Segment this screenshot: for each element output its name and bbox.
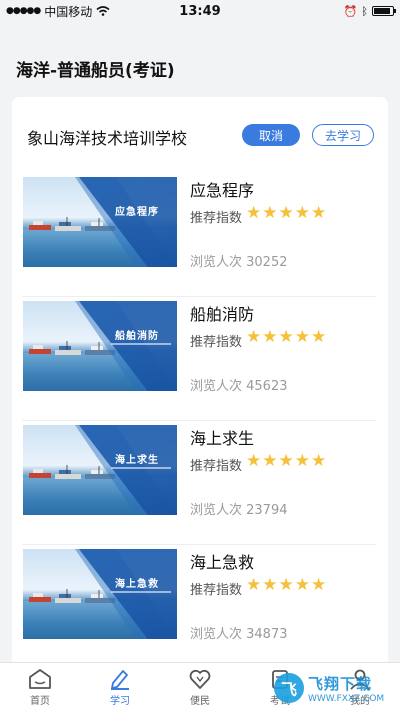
recommend-label: 推荐指数	[190, 459, 243, 474]
carrier-label: 中国移动	[44, 4, 93, 19]
recommend-label: 推荐指数	[190, 211, 243, 226]
star-icon: ★	[278, 575, 294, 595]
cancel-button[interactable]: 取消	[242, 124, 300, 146]
course-thumbnail: 船舶消防	[23, 301, 177, 391]
signal-icon: ●●●●●	[6, 6, 41, 16]
star-icon: ★	[294, 327, 310, 347]
star-icon: ★	[262, 575, 278, 595]
tab-label: 首页	[30, 696, 50, 707]
heart-icon	[189, 669, 211, 689]
recommend-label: 推荐指数	[190, 583, 243, 598]
status-bar: ●●●●● 中国移动 13:49 ⏰ ᛒ	[0, 0, 400, 22]
course-title: 海上求生	[190, 429, 255, 448]
watermark-url: WWW.FXXZ.COM	[308, 693, 385, 704]
home-icon	[29, 669, 51, 689]
star-icon: ★	[311, 575, 327, 595]
tab-study[interactable]: 学习	[80, 663, 160, 712]
rating-stars: ★ ★ ★ ★ ★	[246, 204, 326, 222]
battery-icon	[372, 6, 396, 16]
star-icon: ★	[262, 203, 278, 223]
course-title: 船舶消防	[190, 305, 255, 324]
star-icon: ★	[294, 203, 310, 223]
rating-stars: ★ ★ ★ ★ ★	[246, 452, 326, 470]
course-card: 象山海洋技术培训学校 取消 去学习 应急程序 应急程序 推荐指数 ★ ★ ★ ★ ★ 浏…	[12, 97, 388, 677]
star-icon: ★	[311, 327, 327, 347]
view-count: 浏览人次 34873	[190, 627, 288, 642]
tab-service[interactable]: 便民	[160, 663, 240, 712]
view-count: 浏览人次 45623	[190, 379, 288, 394]
tab-home[interactable]: 首页	[0, 663, 80, 712]
star-icon: ★	[311, 451, 327, 471]
course-title: 海上急救	[190, 553, 255, 572]
course-item[interactable]: 海上求生 海上求生 推荐指数 ★ ★ ★ ★ ★ 浏览人次 23794	[12, 421, 388, 545]
school-header: 象山海洋技术培训学校 取消 去学习	[12, 97, 388, 173]
course-item[interactable]: 应急程序 应急程序 推荐指数 ★ ★ ★ ★ ★ 浏览人次 30252	[12, 173, 388, 297]
star-icon: ★	[278, 327, 294, 347]
star-icon: ★	[278, 451, 294, 471]
rating-stars: ★ ★ ★ ★ ★	[246, 576, 326, 594]
view-count: 浏览人次 23794	[190, 503, 288, 518]
view-count: 浏览人次 30252	[190, 255, 288, 270]
thumb-title: 船舶消防	[115, 331, 159, 342]
watermark-logo-icon: 飞	[274, 673, 304, 703]
pencil-icon	[111, 670, 129, 690]
thumb-title: 应急程序	[115, 207, 159, 218]
course-thumbnail: 海上急救	[23, 549, 177, 639]
star-icon: ★	[311, 203, 327, 223]
watermark-title: 飞翔下载	[308, 674, 373, 693]
course-thumbnail: 应急程序	[23, 177, 177, 267]
star-icon: ★	[294, 451, 310, 471]
bluetooth-icon: ᛒ	[361, 4, 368, 18]
course-item[interactable]: 海上急救 海上急救 推荐指数 ★ ★ ★ ★ ★ 浏览人次 34873	[12, 545, 388, 669]
course-title: 应急程序	[190, 181, 255, 200]
page-title: 海洋-普通船员(考证)	[16, 61, 175, 81]
rating-stars: ★ ★ ★ ★ ★	[246, 328, 326, 346]
go-study-button[interactable]: 去学习	[312, 124, 374, 146]
course-item[interactable]: 船舶消防 船舶消防 推荐指数 ★ ★ ★ ★ ★ 浏览人次 45623	[12, 297, 388, 421]
wifi-icon	[96, 6, 110, 16]
alarm-icon: ⏰	[343, 4, 358, 18]
star-icon: ★	[246, 327, 262, 347]
star-icon: ★	[278, 203, 294, 223]
star-icon: ★	[246, 575, 262, 595]
star-icon: ★	[246, 203, 262, 223]
recommend-label: 推荐指数	[190, 335, 243, 350]
watermark: 飞 飞翔下载 WWW.FXXZ.COM	[274, 666, 394, 710]
star-icon: ★	[246, 451, 262, 471]
tab-label: 便民	[190, 696, 210, 707]
tab-label: 学习	[110, 696, 130, 707]
star-icon: ★	[294, 575, 310, 595]
star-icon: ★	[262, 451, 278, 471]
star-icon: ★	[262, 327, 278, 347]
thumb-title: 海上急救	[115, 579, 159, 590]
course-thumbnail: 海上求生	[23, 425, 177, 515]
thumb-title: 海上求生	[115, 455, 159, 466]
school-name: 象山海洋技术培训学校	[27, 129, 188, 148]
